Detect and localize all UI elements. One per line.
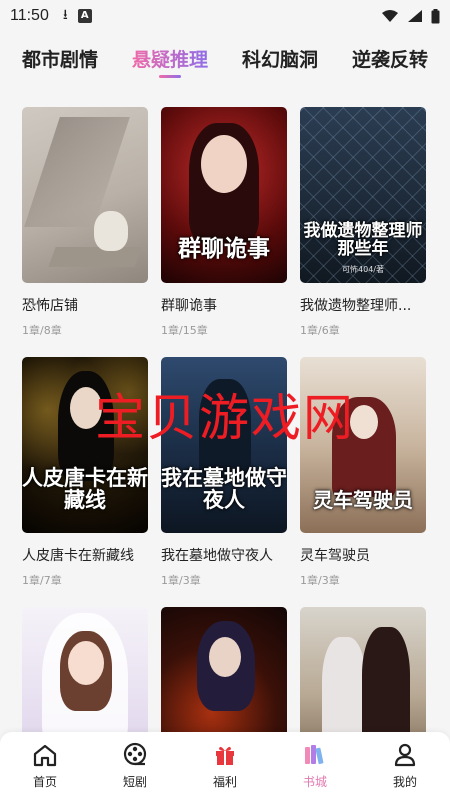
book-card[interactable]: 人皮唐卡在新藏线 人皮唐卡在新藏线 1章/7章 — [22, 357, 148, 587]
nav-mine[interactable]: 我的 — [370, 742, 440, 790]
book-chapters: 1章/6章 — [300, 324, 340, 337]
book-title[interactable]: 恐怖店铺 — [22, 295, 148, 315]
book-card[interactable]: 恐怖店铺 1章/8章 — [22, 107, 148, 337]
book-title[interactable]: 我在墓地做守夜人 — [161, 545, 287, 565]
books-icon — [305, 745, 324, 765]
nav-welfare-label: 福利 — [212, 775, 237, 789]
status-right-icons — [381, 8, 440, 24]
book-chapters: 1章/3章 — [161, 574, 201, 587]
book-card[interactable]: 灵车驾驶员 灵车驾驶员 1章/3章 — [300, 357, 426, 587]
book-chapters: 1章/15章 — [161, 324, 208, 337]
tab-mystery[interactable]: 悬疑推理 — [132, 45, 208, 78]
book-title[interactable]: 灵车驾驶员 — [300, 545, 426, 565]
status-bar: 11:50 ⭳ A — [0, 0, 450, 32]
cover-title: 灵车驾驶员 — [313, 488, 413, 512]
book-card[interactable]: 我在墓地做守夜人 我在墓地做守夜人 1章/3章 — [161, 357, 287, 587]
tab-scifi[interactable]: 科幻脑洞 — [242, 45, 318, 72]
book-chapters: 1章/8章 — [22, 324, 62, 337]
nav-home-label: 首页 — [32, 775, 57, 789]
nav-mine-label: 我的 — [392, 775, 417, 789]
book-chapters: 1章/3章 — [300, 574, 340, 587]
tab-urban-drama[interactable]: 都市剧情 — [22, 45, 98, 72]
wifi-icon — [382, 10, 398, 22]
home-icon — [33, 744, 57, 767]
signal-icon — [408, 10, 422, 22]
book-cover[interactable]: 我做遗物整理师那些年 可怖404/著 — [300, 107, 426, 283]
book-cover[interactable]: 人皮唐卡在新藏线 — [22, 357, 148, 533]
category-tabs: 都市剧情 悬疑推理 科幻脑洞 逆袭反转 — [0, 38, 450, 78]
book-title[interactable]: 群聊诡事 — [161, 295, 287, 315]
cover-title: 我在墓地做守夜人 — [161, 464, 287, 512]
download-icon: ⭳ — [62, 7, 68, 23]
nav-bookstore-label: 书城 — [302, 775, 327, 789]
book-card[interactable]: 我做遗物整理师那些年 可怖404/著 我做遗物整理师... 1章/6章 — [300, 107, 426, 337]
nav-short-drama-label: 短剧 — [122, 775, 147, 789]
book-cover[interactable]: 我在墓地做守夜人 — [161, 357, 287, 533]
nav-short-drama[interactable]: 短剧 — [100, 742, 170, 790]
book-title[interactable]: 人皮唐卡在新藏线 — [22, 545, 148, 565]
book-cover[interactable]: 灵车驾驶员 — [300, 357, 426, 533]
book-chapters: 1章/7章 — [22, 574, 62, 587]
film-reel-icon — [123, 742, 147, 766]
gift-icon — [216, 746, 234, 765]
book-card[interactable]: 群聊诡事 群聊诡事 1章/15章 — [161, 107, 287, 337]
a-box-icon: A — [77, 9, 92, 23]
nav-home[interactable]: 首页 — [10, 742, 80, 790]
book-cover[interactable]: 群聊诡事 — [161, 107, 287, 283]
cover-author: 可怖404/著 — [342, 265, 384, 274]
book-cover[interactable] — [22, 107, 148, 283]
cover-title: 我做遗物整理师那些年 — [303, 221, 423, 260]
status-time: 11:50 — [10, 7, 49, 24]
cover-title: 人皮唐卡在新藏线 — [22, 464, 148, 512]
cover-title: 群聊诡事 — [178, 234, 270, 262]
user-icon — [394, 743, 416, 767]
battery-icon — [431, 8, 440, 23]
nav-welfare[interactable]: 福利 — [190, 742, 260, 790]
bottom-nav: 首页 短剧 福利 书城 我的 — [0, 732, 450, 800]
tab-counterattack[interactable]: 逆袭反转 — [352, 45, 428, 72]
book-title[interactable]: 我做遗物整理师... — [300, 295, 426, 315]
book-grid: 恐怖店铺 1章/8章 群聊诡事 群聊诡事 1章/15章 我做遗物整理师那些年 可… — [22, 107, 432, 800]
nav-bookstore[interactable]: 书城 — [280, 742, 350, 790]
